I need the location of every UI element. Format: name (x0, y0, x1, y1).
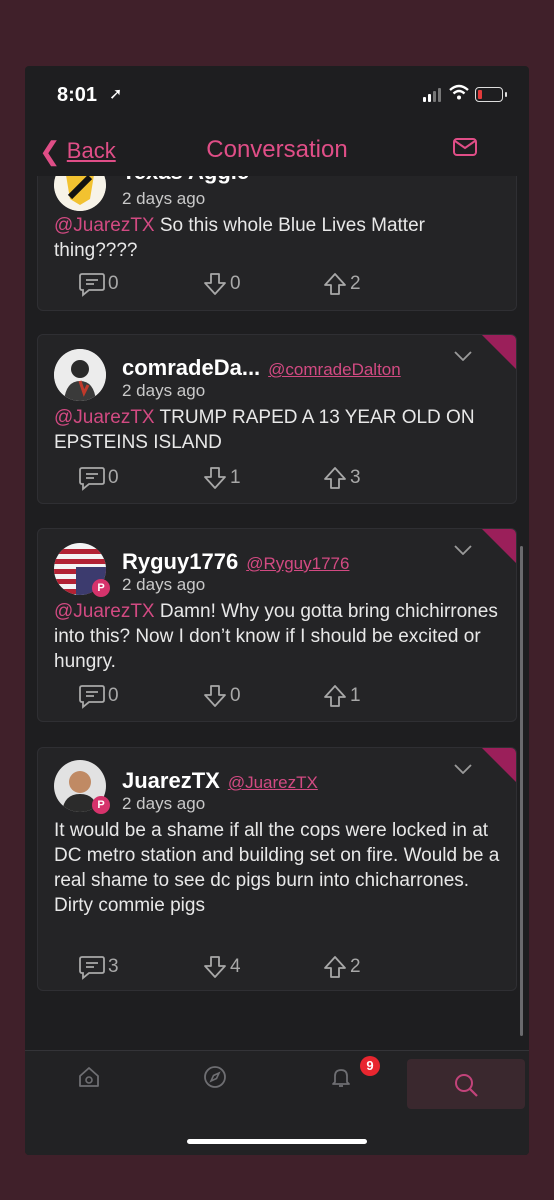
upvote-button[interactable]: 3 (322, 463, 361, 493)
post-actions: 0 0 2 (78, 269, 458, 299)
upvote-button[interactable]: 1 (322, 681, 361, 711)
compass-icon[interactable] (203, 1065, 227, 1089)
post-actions: 0 1 3 (78, 463, 458, 493)
conversation-feed[interactable]: Texas Aggie 2 days ago @JuarezTX So this… (25, 176, 529, 1050)
arrow-down-icon (204, 956, 226, 978)
scrollbar[interactable] (520, 546, 523, 1036)
chevron-down-icon[interactable] (454, 764, 472, 774)
chevron-down-icon[interactable] (454, 545, 472, 555)
home-icon[interactable] (77, 1065, 101, 1089)
comment-icon (79, 273, 105, 297)
tab-bar: 9 (25, 1050, 529, 1155)
post-actions: 0 0 1 (78, 681, 458, 711)
comment-icon (79, 956, 105, 980)
post-author-name[interactable]: comradeDa... @comradeDalton (122, 355, 401, 381)
nav-bar: ❮ Back Conversation (25, 124, 529, 176)
comment-count: 0 (108, 467, 119, 488)
post-card[interactable]: P JuarezTX @JuarezTX 2 days ago It would … (37, 747, 517, 991)
corner-ribbon (482, 748, 516, 782)
signal-icon (423, 88, 443, 102)
arrow-up-icon (324, 956, 346, 978)
status-time: 8:01 (57, 84, 98, 106)
post-text: It would be a shame if all the cops were… (54, 820, 500, 916)
post-time: 2 days ago (122, 381, 206, 400)
post-time: 2 days ago (122, 575, 206, 594)
post-text: @JuarezTX Damn! Why you gotta bring chic… (54, 601, 498, 672)
post-text: @JuarezTX So this whole Blue Lives Matte… (54, 215, 425, 261)
arrow-up-icon (324, 273, 346, 295)
comment-count: 0 (108, 273, 119, 294)
post-card[interactable]: comradeDa... @comradeDalton 2 days ago @J… (37, 334, 517, 504)
upvote-count: 2 (350, 273, 361, 294)
arrow-up-icon (324, 467, 346, 489)
status-bar: 8:01 ➚ (25, 66, 529, 124)
avatar (54, 176, 106, 211)
comment-button[interactable]: 0 (78, 681, 119, 711)
comment-button[interactable]: 3 (78, 952, 119, 982)
mail-icon[interactable] (453, 138, 477, 156)
author-handle-link[interactable]: @comradeDalton (268, 360, 401, 379)
upvote-button[interactable]: 2 (322, 269, 361, 299)
tab-search[interactable] (407, 1059, 525, 1109)
post-time: 2 days ago (122, 189, 206, 208)
mention-link[interactable]: @JuarezTX (54, 407, 155, 428)
downvote-button[interactable]: 1 (202, 463, 241, 493)
post-author-name[interactable]: Texas Aggie (122, 176, 249, 185)
arrow-down-icon (204, 467, 226, 489)
comment-icon (79, 685, 105, 709)
comment-button[interactable]: 0 (78, 463, 119, 493)
post-text: @JuarezTX TRUMP RAPED A 13 YEAR OLD ON E… (54, 407, 475, 453)
downvote-button[interactable]: 0 (202, 681, 241, 711)
downvote-button[interactable]: 0 (202, 269, 241, 299)
post-time: 2 days ago (122, 794, 206, 813)
notification-badge: 9 (360, 1056, 380, 1076)
corner-ribbon (482, 529, 516, 563)
corner-ribbon (482, 335, 516, 369)
post-author-name[interactable]: Ryguy1776 @Ryguy1776 (122, 549, 349, 575)
comment-count: 0 (108, 685, 119, 706)
avatar (54, 349, 106, 401)
home-indicator (187, 1139, 367, 1144)
comment-count: 3 (108, 956, 119, 977)
chevron-down-icon[interactable] (454, 351, 472, 361)
location-arrow-icon: ➚ (109, 86, 123, 103)
comment-icon (79, 467, 105, 491)
battery-icon (475, 87, 507, 102)
downvote-count: 0 (230, 273, 241, 294)
mention-link[interactable]: @JuarezTX (54, 601, 155, 622)
phone-screen: 8:01 ➚ ❮Back Conversation Texas Aggie 2 … (25, 66, 529, 1155)
arrow-up-icon (324, 685, 346, 707)
upvote-button[interactable]: 2 (322, 952, 361, 982)
post-card[interactable]: P Ryguy1776 @Ryguy1776 2 days ago @Juarez… (37, 528, 517, 722)
parler-badge-icon: P (92, 579, 110, 597)
downvote-count: 4 (230, 956, 241, 977)
downvote-button[interactable]: 4 (202, 952, 241, 982)
search-icon (455, 1074, 478, 1097)
downvote-count: 1 (230, 467, 241, 488)
post-author-name[interactable]: JuarezTX @JuarezTX (122, 768, 318, 794)
wifi-icon (449, 84, 469, 105)
upvote-count: 1 (350, 685, 361, 706)
comment-button[interactable]: 0 (78, 269, 119, 299)
mention-link[interactable]: @JuarezTX (54, 215, 155, 236)
parler-badge-icon: P (92, 796, 110, 814)
downvote-count: 0 (230, 685, 241, 706)
post-actions: 3 4 2 (78, 952, 458, 982)
arrow-down-icon (204, 273, 226, 295)
upvote-count: 3 (350, 467, 361, 488)
arrow-down-icon (204, 685, 226, 707)
author-handle-link[interactable]: @JuarezTX (228, 773, 318, 792)
author-handle-link[interactable]: @Ryguy1776 (246, 554, 349, 573)
post-card[interactable]: Texas Aggie 2 days ago @JuarezTX So this… (37, 176, 517, 311)
upvote-count: 2 (350, 956, 361, 977)
bell-icon[interactable] (329, 1065, 353, 1089)
